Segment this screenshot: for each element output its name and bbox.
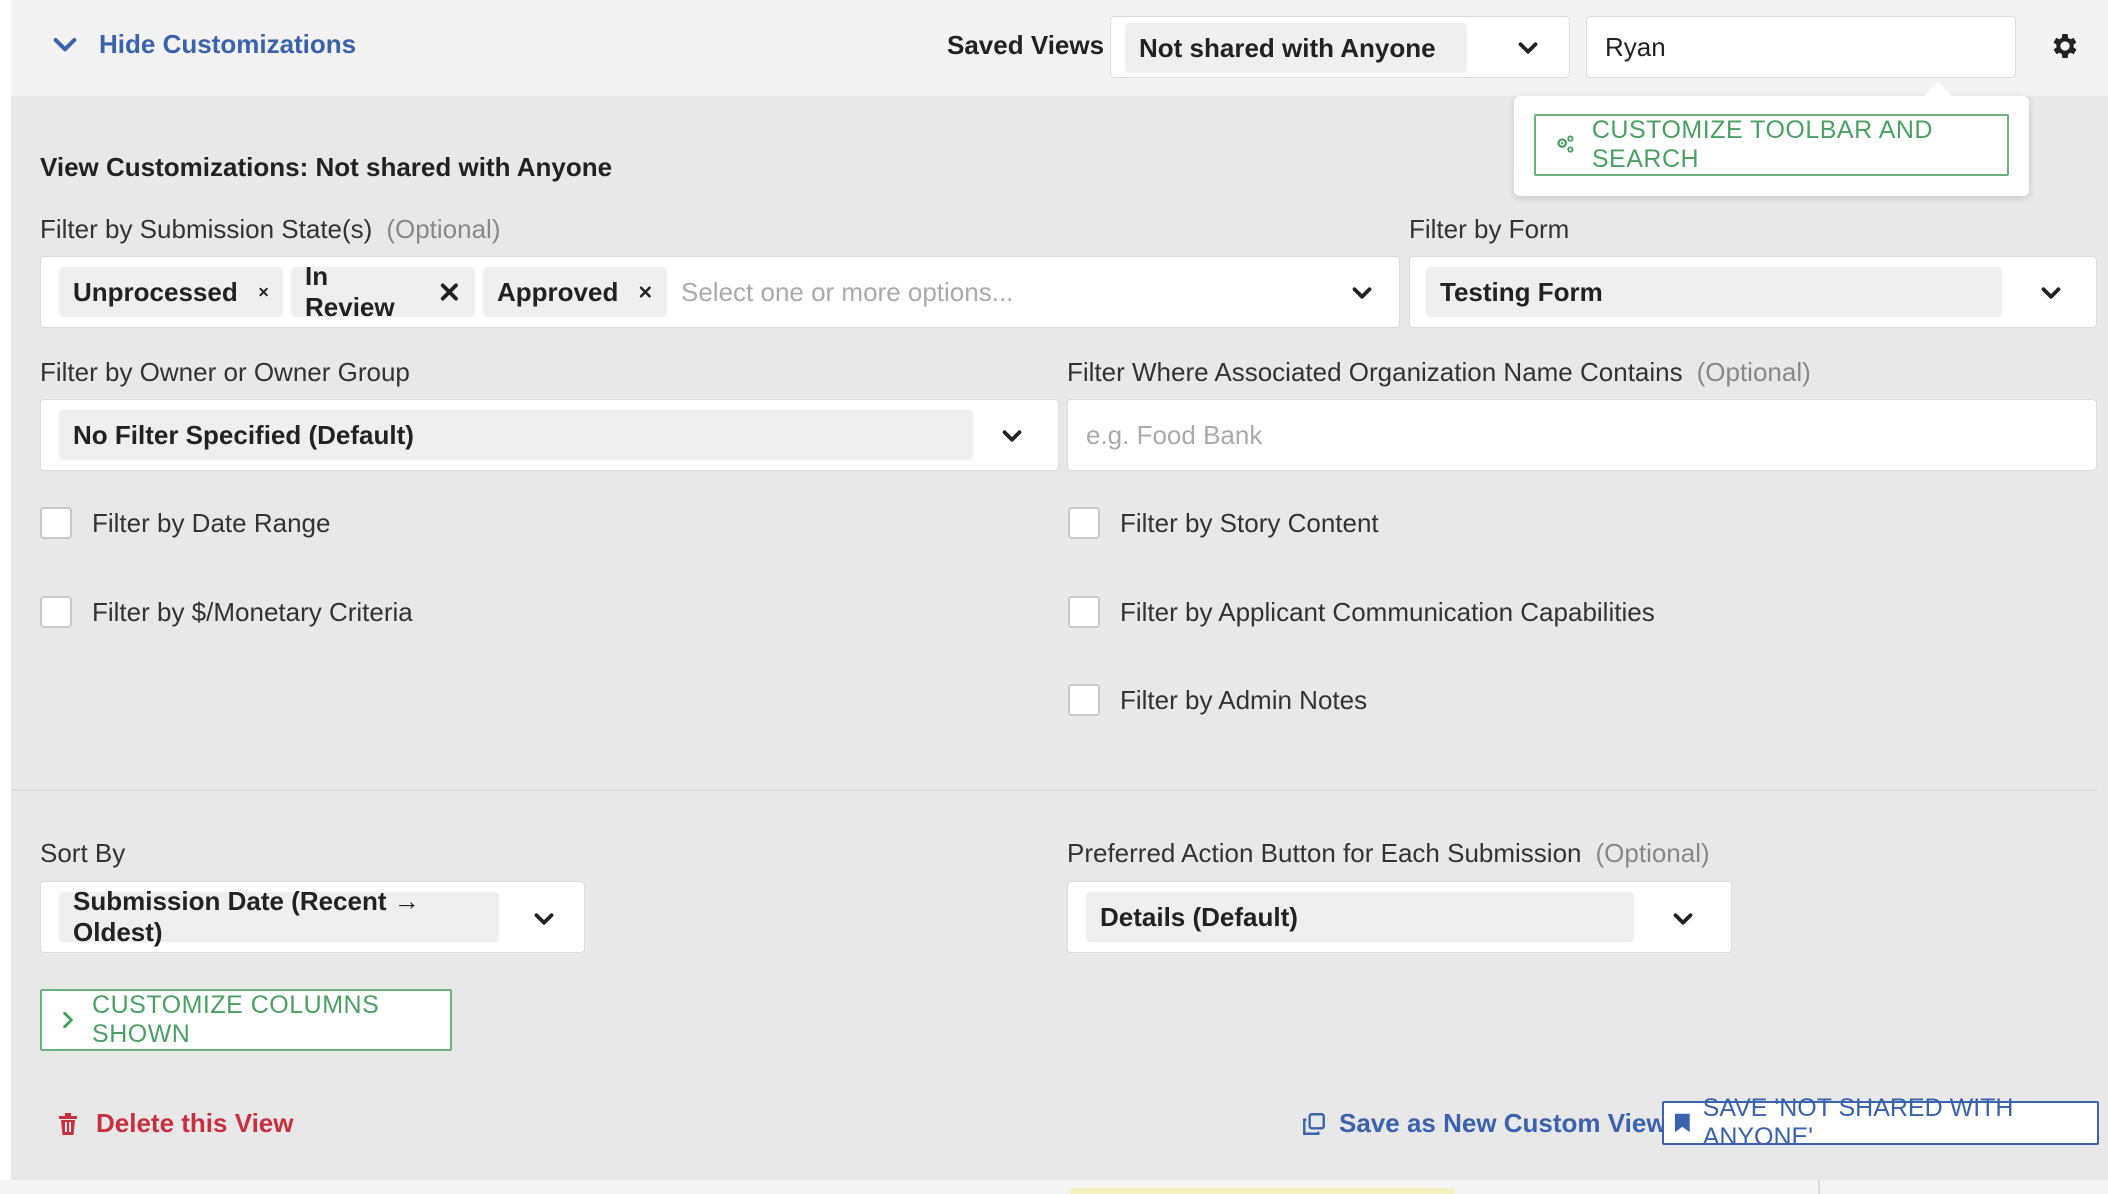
chevron-down-icon: [1002, 430, 1022, 442]
submission-state-label: Filter by Submission State(s) (Optional): [40, 214, 500, 245]
checkbox-label: Filter by Admin Notes: [1120, 684, 1368, 715]
checkbox-row-story-content: Filter by Story Content: [1068, 507, 1379, 539]
customize-toolbar-label: CUSTOMIZE TOOLBAR AND SEARCH: [1591, 116, 1933, 173]
checkbox-row-monetary: Filter by $/Monetary Criteria: [40, 596, 413, 628]
hide-customizations-label: Hide Customizations: [99, 28, 357, 59]
toolbar-popover: CUSTOMIZE TOOLBAR AND SEARCH: [1514, 82, 2029, 196]
org-name-input[interactable]: [1067, 399, 2097, 471]
checkbox-label: Filter by Applicant Communication Capabi…: [1120, 596, 1655, 627]
chevron-down-icon: [2041, 287, 2061, 299]
close-icon[interactable]: [638, 280, 653, 304]
optional-hint: (Optional): [1595, 838, 1710, 868]
save-view-label: SAVE 'NOT SHARED WITH ANYONE': [1702, 1094, 2014, 1151]
form-filter-selected-value: Testing Form: [1426, 267, 2002, 317]
preferred-action-label: Preferred Action Button for Each Submiss…: [1067, 838, 1710, 869]
delete-view-label: Delete this View: [96, 1108, 294, 1138]
bookmark-icon: [1674, 1113, 1690, 1133]
checkbox-row-date-range: Filter by Date Range: [40, 507, 330, 539]
close-icon[interactable]: [438, 280, 461, 304]
chevron-right-icon: [63, 1011, 73, 1029]
optional-hint: (Optional): [1696, 357, 1811, 387]
preferred-action-selected-value: Details (Default): [1086, 892, 1634, 942]
sort-by-selected-value: Submission Date (Recent → Oldest): [59, 886, 499, 947]
chevron-down-icon: [1352, 287, 1372, 299]
bottom-strip: [0, 1180, 2108, 1194]
section-divider: [11, 789, 2097, 791]
org-filter-label: Filter Where Associated Organization Nam…: [1067, 357, 1811, 388]
optional-hint: (Optional): [386, 214, 501, 244]
communication-capabilities-checkbox[interactable]: [1068, 596, 1100, 628]
gears-icon: [1557, 135, 1574, 153]
monetary-criteria-checkbox[interactable]: [40, 596, 72, 628]
org-filter-label-text: Filter Where Associated Organization Nam…: [1067, 357, 1683, 387]
gear-icon[interactable]: [2049, 30, 2081, 62]
chevron-down-icon: [1518, 42, 1538, 54]
save-view-button[interactable]: SAVE 'NOT SHARED WITH ANYONE': [1662, 1094, 2099, 1151]
toolbar: Hide Customizations Saved Views Not shar…: [11, 0, 2108, 96]
form-filter-select[interactable]: Testing Form: [1409, 256, 2097, 328]
trash-icon: [59, 1112, 77, 1135]
highlight-bar: [1070, 1188, 1455, 1194]
date-range-checkbox[interactable]: [40, 507, 72, 539]
delete-view-link[interactable]: Delete this View: [58, 1108, 294, 1139]
customize-columns-button[interactable]: CUSTOMIZE COLUMNS SHOWN: [40, 989, 452, 1051]
form-filter-label: Filter by Form: [1409, 214, 1570, 244]
owner-filter-select[interactable]: No Filter Specified (Default): [40, 399, 1059, 471]
preferred-action-select[interactable]: Details (Default): [1067, 881, 1732, 953]
saved-views-label: Saved Views: [947, 30, 1105, 60]
submission-state-label-text: Filter by Submission State(s): [40, 214, 373, 244]
sort-by-label: Sort By: [40, 838, 126, 868]
chevron-down-icon: [53, 38, 77, 52]
checkbox-label: Filter by Date Range: [92, 507, 331, 538]
chevron-down-icon: [534, 913, 554, 925]
customizations-panel: Hide Customizations Saved Views Not shar…: [11, 0, 2108, 1194]
submission-state-multiselect[interactable]: Unprocessed In Review Approved Select on…: [40, 256, 1400, 328]
checkbox-row-communication: Filter by Applicant Communication Capabi…: [1068, 596, 1655, 628]
tag-approved: Approved: [483, 267, 667, 317]
admin-notes-checkbox[interactable]: [1068, 684, 1100, 716]
sort-by-select[interactable]: Submission Date (Recent → Oldest): [40, 881, 585, 953]
saved-views-selected-value: Not shared with Anyone: [1125, 23, 1467, 73]
search-input[interactable]: [1586, 16, 2016, 78]
owner-filter-selected-value: No Filter Specified (Default): [59, 410, 973, 460]
tag-unprocessed: Unprocessed: [59, 267, 283, 317]
section-title: View Customizations: Not shared with Any…: [40, 152, 613, 182]
tag-in-review: In Review: [291, 261, 475, 322]
chevron-down-icon: [1673, 913, 1693, 925]
tag-label: In Review: [305, 261, 395, 322]
save-as-new-label: Save as New Custom View: [1339, 1108, 1667, 1138]
tag-label: Unprocessed: [73, 276, 238, 307]
story-content-checkbox[interactable]: [1068, 507, 1100, 539]
checkbox-label: Filter by Story Content: [1120, 507, 1379, 538]
customize-columns-label: CUSTOMIZE COLUMNS SHOWN: [92, 991, 380, 1048]
owner-filter-label: Filter by Owner or Owner Group: [40, 357, 410, 387]
save-as-new-view-link[interactable]: Save as New Custom View: [1301, 1108, 1667, 1139]
column-divider: [1818, 1180, 1820, 1194]
saved-views-select[interactable]: Not shared with Anyone: [1110, 16, 1570, 78]
customize-toolbar-button[interactable]: CUSTOMIZE TOOLBAR AND SEARCH: [1534, 114, 2009, 176]
copy-icon: [1303, 1112, 1325, 1135]
close-icon[interactable]: [258, 280, 269, 304]
checkbox-row-admin-notes: Filter by Admin Notes: [1068, 684, 1367, 716]
preferred-action-label-text: Preferred Action Button for Each Submiss…: [1067, 838, 1582, 868]
multiselect-placeholder: Select one or more options...: [681, 277, 1014, 307]
tag-label: Approved: [497, 276, 619, 307]
hide-customizations-toggle[interactable]: Hide Customizations: [49, 28, 356, 60]
checkbox-label: Filter by $/Monetary Criteria: [92, 596, 413, 627]
